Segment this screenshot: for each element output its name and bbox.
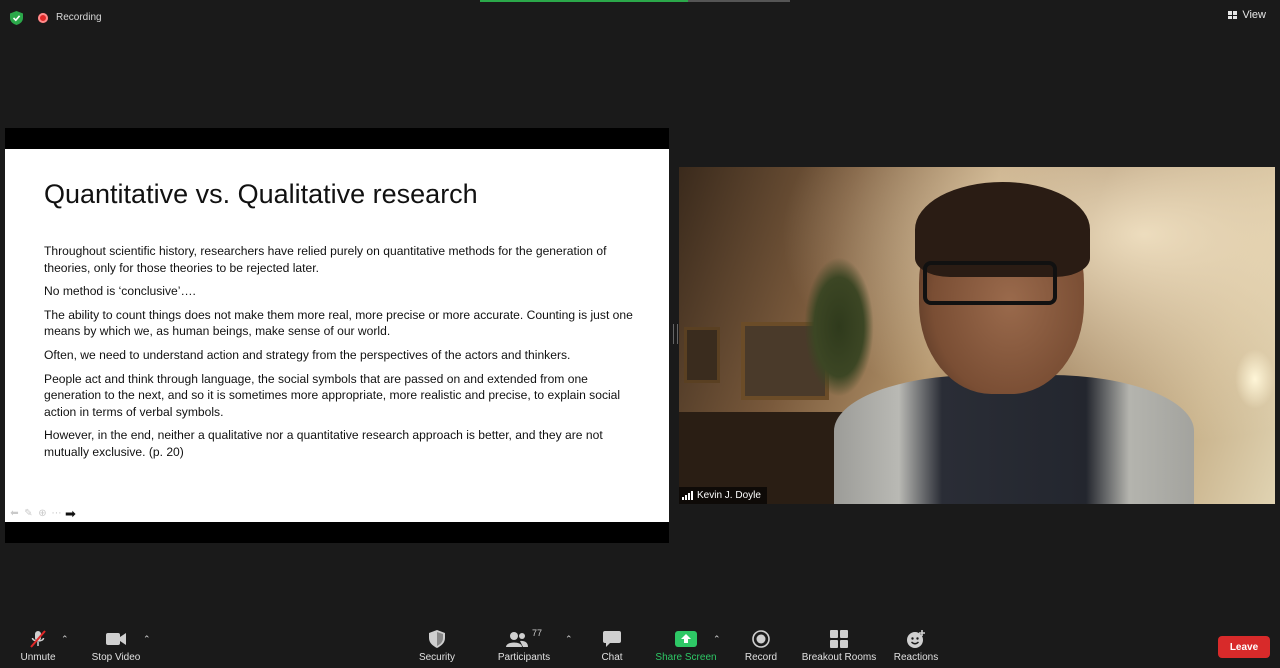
breakout-rooms-label: Breakout Rooms bbox=[801, 652, 877, 663]
recording-icon bbox=[38, 13, 48, 23]
audio-options-caret[interactable]: ⌃ bbox=[61, 634, 69, 645]
record-label: Record bbox=[744, 652, 778, 663]
reactions-button[interactable]: Reactions bbox=[892, 628, 940, 663]
chat-button[interactable]: Chat bbox=[598, 628, 626, 663]
participants-button[interactable]: 77 Participants bbox=[494, 628, 554, 663]
record-button[interactable]: Record bbox=[742, 628, 780, 663]
slide-paragraph: Often, we need to understand action and … bbox=[44, 347, 571, 362]
reactions-smiley-icon bbox=[907, 630, 925, 648]
previous-slide-icon[interactable]: ⬅ bbox=[9, 508, 20, 519]
security-shield-icon bbox=[429, 630, 445, 648]
leave-meeting-button[interactable]: Leave bbox=[1218, 636, 1270, 658]
participant-name: Kevin J. Doyle bbox=[697, 490, 761, 501]
zoom-icon[interactable]: ⊕ bbox=[37, 508, 48, 519]
microphone-muted-icon bbox=[30, 630, 46, 648]
stop-video-label: Stop Video bbox=[91, 652, 141, 663]
slide-title: Quantitative vs. Qualitative research bbox=[44, 179, 478, 209]
view-button[interactable]: View bbox=[1228, 9, 1266, 21]
participants-options-caret[interactable]: ⌃ bbox=[565, 634, 573, 645]
more-options-icon[interactable]: ⋯ bbox=[51, 508, 62, 519]
record-icon bbox=[752, 630, 770, 648]
slide-paragraph: However, in the end, neither a qualitati… bbox=[44, 428, 603, 459]
unmute-button[interactable]: Unmute bbox=[18, 628, 58, 663]
slide-paragraph: No method is ‘conclusive’…. bbox=[44, 284, 196, 299]
recording-label: Recording bbox=[56, 12, 102, 23]
breakout-rooms-button[interactable]: Breakout Rooms bbox=[800, 628, 878, 663]
chat-label: Chat bbox=[601, 652, 623, 663]
video-options-caret[interactable]: ⌃ bbox=[143, 634, 151, 645]
video-camera-icon bbox=[106, 633, 126, 645]
stop-video-button[interactable]: Stop Video bbox=[88, 628, 144, 663]
slide-paragraph: People act and think through language, t… bbox=[44, 371, 621, 419]
signal-strength-icon bbox=[682, 491, 693, 500]
pen-icon[interactable]: ✎ bbox=[23, 508, 34, 519]
slide-body: Throughout scientific history, researche… bbox=[44, 243, 634, 468]
active-speaker-strip bbox=[480, 0, 790, 2]
video-plant bbox=[804, 257, 874, 397]
share-screen-icon bbox=[675, 631, 697, 647]
security-button[interactable]: Security bbox=[416, 628, 458, 663]
participant-video[interactable]: Kevin J. Doyle bbox=[679, 167, 1275, 504]
share-screen-label: Share Screen bbox=[655, 652, 717, 663]
view-grid-icon bbox=[1228, 11, 1238, 19]
meeting-toolbar: Unmute ⌃ Stop Video ⌃ Security 77 Partic… bbox=[0, 620, 1280, 668]
video-picture-frame bbox=[684, 327, 720, 383]
participants-count: 77 bbox=[531, 628, 542, 638]
participants-label: Participants bbox=[497, 652, 551, 663]
breakout-rooms-icon bbox=[830, 630, 848, 648]
slide-paragraph: Throughout scientific history, researche… bbox=[44, 244, 607, 275]
encryption-shield-icon[interactable] bbox=[10, 11, 23, 25]
reactions-label: Reactions bbox=[893, 652, 939, 663]
unmute-label: Unmute bbox=[20, 652, 56, 663]
panel-splitter-handle[interactable] bbox=[673, 324, 678, 344]
share-options-caret[interactable]: ⌃ bbox=[713, 634, 721, 645]
view-label: View bbox=[1242, 9, 1266, 21]
security-label: Security bbox=[418, 652, 456, 663]
participants-icon bbox=[505, 632, 528, 647]
slideshow-controls: ⬅ ✎ ⊕ ⋯ ➡ bbox=[9, 507, 76, 520]
participant-name-tag: Kevin J. Doyle bbox=[679, 487, 767, 504]
slide-paragraph: The ability to count things does not mak… bbox=[44, 307, 633, 339]
video-person-glasses bbox=[923, 261, 1057, 305]
presentation-slide: Quantitative vs. Qualitative research Th… bbox=[5, 149, 669, 522]
video-lamp bbox=[1235, 349, 1275, 409]
shared-screen-panel: Quantitative vs. Qualitative research Th… bbox=[5, 128, 669, 543]
next-slide-icon[interactable]: ➡ bbox=[65, 507, 76, 520]
video-person-body bbox=[834, 375, 1194, 504]
top-bar: Recording View bbox=[0, 0, 1280, 34]
share-screen-button[interactable]: Share Screen bbox=[654, 628, 718, 663]
chat-icon bbox=[603, 631, 621, 647]
